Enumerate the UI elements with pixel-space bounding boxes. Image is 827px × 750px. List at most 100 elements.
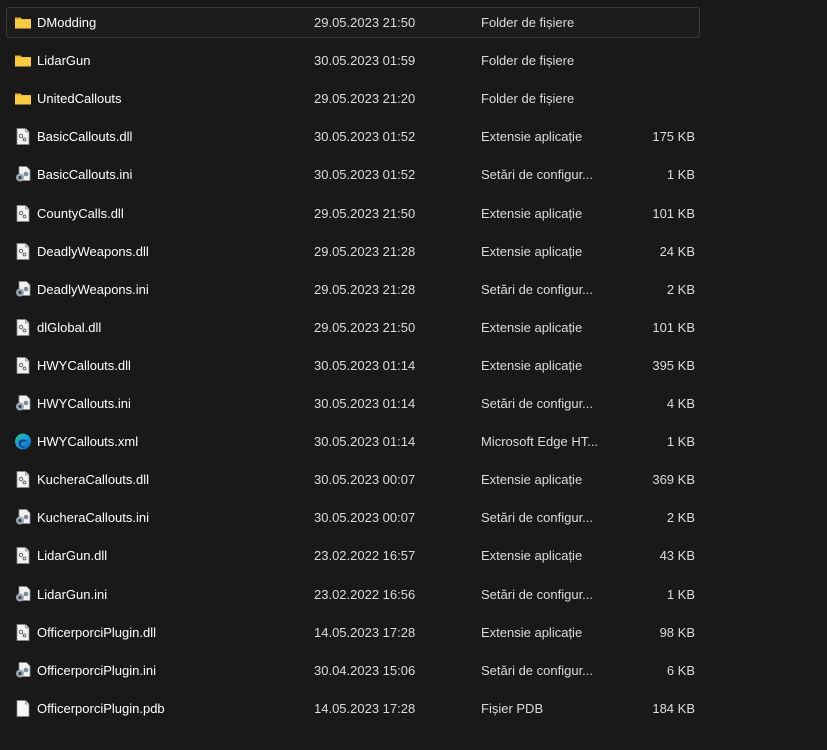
file-type: Extensie aplicație bbox=[481, 243, 583, 259]
file-type: Setări de configur... bbox=[481, 396, 594, 411]
file-row[interactable]: KucheraCallouts.ini 30.05.2023 00:07 Setăr… bbox=[6, 502, 700, 533]
file-name: OfficerporciPlugin.ini bbox=[37, 662, 156, 678]
file-type: Setări de configur... bbox=[481, 662, 594, 678]
ini-file-icon bbox=[14, 509, 32, 526]
file-date-modified: 14.05.2023 17:28 bbox=[314, 624, 416, 640]
folder-icon bbox=[14, 90, 32, 107]
file-size: 98 KB bbox=[659, 624, 695, 640]
file-name: DeadlyWeapons.ini bbox=[37, 281, 149, 297]
file-date-modified: 30.05.2023 01:52 bbox=[314, 129, 416, 145]
file-size: 1 KB bbox=[666, 586, 695, 602]
file-size: 4 KB bbox=[666, 396, 695, 411]
file-row[interactable]: DModding 29.05.2023 21:50 Folder de fișier… bbox=[6, 7, 700, 38]
file-size: 184 KB bbox=[652, 700, 695, 716]
file-name: HWYCallouts.dll bbox=[37, 357, 131, 373]
file-name: OfficerporciPlugin.dll bbox=[37, 624, 156, 640]
file-size: 369 KB bbox=[652, 472, 695, 488]
file-date-modified: 30.05.2023 00:07 bbox=[314, 472, 416, 488]
dll-file-icon bbox=[14, 547, 32, 565]
file-date-modified: 29.05.2023 21:50 bbox=[314, 15, 416, 30]
file-type: Extensie aplicație bbox=[481, 357, 583, 373]
file-date-modified: 30.05.2023 01:52 bbox=[314, 167, 416, 183]
file-type: Folder de fișiere bbox=[481, 15, 575, 30]
file-name: KucheraCallouts.ini bbox=[37, 510, 150, 526]
file-date-modified: 29.05.2023 21:20 bbox=[314, 91, 416, 107]
file-row[interactable]: LidarGun.dll 23.02.2022 16:57 Extensie apl… bbox=[6, 540, 700, 571]
file-row[interactable]: UnitedCallouts 29.05.2023 21:20 Folder de … bbox=[6, 83, 700, 114]
file-date-modified: 23.02.2022 16:57 bbox=[314, 548, 416, 564]
file-size: 6 KB bbox=[666, 662, 695, 678]
pdb-file-icon bbox=[14, 699, 32, 717]
dll-file-icon bbox=[14, 318, 32, 336]
file-row[interactable]: KucheraCallouts.dll 30.05.2023 00:07 Exten… bbox=[6, 464, 700, 495]
file-size: 2 KB bbox=[666, 510, 695, 526]
file-type: Fișier PDB bbox=[481, 700, 544, 716]
file-name: CountyCalls.dll bbox=[37, 205, 124, 221]
file-row[interactable]: LidarGun.ini 23.02.2022 16:56 Setări de co… bbox=[6, 579, 700, 610]
file-name: dlGlobal.dll bbox=[37, 319, 102, 335]
file-row[interactable]: OfficerporciPlugin.dll 14.05.2023 17:28 Ex… bbox=[6, 617, 700, 648]
ini-file-icon bbox=[14, 395, 32, 412]
file-name: OfficerporciPlugin.pdb bbox=[37, 700, 165, 716]
file-date-modified: 29.05.2023 21:50 bbox=[314, 205, 416, 221]
file-row[interactable]: OfficerporciPlugin.pdb 14.05.2023 17:28 Fi… bbox=[6, 693, 700, 724]
ini-file-icon bbox=[14, 585, 32, 603]
file-row[interactable]: HWYCallouts.dll 30.05.2023 01:14 Extensie … bbox=[6, 350, 700, 381]
dll-file-icon bbox=[14, 204, 32, 222]
file-name: LidarGun.ini bbox=[37, 586, 108, 602]
dll-file-icon bbox=[14, 623, 32, 641]
file-row[interactable]: LidarGun 30.05.2023 01:59 Folder de fișier… bbox=[6, 45, 700, 76]
ini-file-icon bbox=[14, 280, 32, 298]
file-name: DModding bbox=[37, 15, 97, 30]
file-name: LidarGun.dll bbox=[37, 548, 108, 564]
ini-file-icon bbox=[14, 166, 32, 183]
file-row[interactable]: OfficerporciPlugin.ini 30.04.2023 15:06 Se… bbox=[6, 655, 700, 686]
file-row[interactable]: HWYCallouts.ini 30.05.2023 01:14 Setări de… bbox=[6, 388, 700, 419]
ini-file-icon bbox=[14, 661, 32, 679]
folder-icon bbox=[14, 52, 32, 69]
file-name: BasicCallouts.ini bbox=[37, 167, 133, 183]
file-type: Extensie aplicație bbox=[481, 472, 583, 488]
file-size: 2 KB bbox=[666, 281, 695, 297]
file-size: 101 KB bbox=[652, 319, 695, 335]
file-type: Setări de configur... bbox=[481, 510, 594, 526]
dll-file-icon bbox=[14, 471, 32, 489]
file-row[interactable]: HWYCallouts.xml 30.05.2023 01:14 Microsoft… bbox=[6, 426, 700, 457]
file-name: HWYCallouts.ini bbox=[37, 396, 131, 411]
file-type: Folder de fișiere bbox=[481, 53, 575, 69]
file-type: Setări de configur... bbox=[481, 281, 594, 297]
file-date-modified: 29.05.2023 21:28 bbox=[314, 281, 416, 297]
file-date-modified: 23.02.2022 16:56 bbox=[314, 586, 416, 602]
file-type: Extensie aplicație bbox=[481, 319, 583, 335]
file-size: 1 KB bbox=[666, 167, 695, 183]
file-date-modified: 30.05.2023 01:14 bbox=[314, 357, 416, 373]
file-type: Extensie aplicație bbox=[481, 624, 583, 640]
dll-file-icon bbox=[14, 242, 32, 260]
file-type: Setări de configur... bbox=[481, 167, 594, 183]
file-row[interactable]: DeadlyWeapons.ini 29.05.2023 21:28 Setări … bbox=[6, 274, 700, 305]
file-date-modified: 30.05.2023 01:59 bbox=[314, 53, 416, 69]
file-size: 43 KB bbox=[659, 548, 695, 564]
file-size: 175 KB bbox=[652, 129, 695, 145]
file-type: Setări de configur... bbox=[481, 586, 594, 602]
file-row[interactable]: CountyCalls.dll 29.05.2023 21:50 Extensie … bbox=[6, 198, 700, 229]
file-row[interactable]: BasicCallouts.dll 30.05.2023 01:52 Extensi… bbox=[6, 121, 700, 152]
file-size: 1 KB bbox=[666, 434, 695, 450]
file-date-modified: 30.05.2023 00:07 bbox=[314, 510, 416, 526]
file-size: 101 KB bbox=[652, 205, 695, 221]
folder-icon bbox=[14, 14, 32, 31]
file-row[interactable]: BasicCallouts.ini 30.05.2023 01:52 Setări … bbox=[6, 159, 700, 190]
dll-file-icon bbox=[14, 356, 32, 374]
file-date-modified: 30.05.2023 01:14 bbox=[314, 396, 416, 411]
file-date-modified: 29.05.2023 21:50 bbox=[314, 319, 416, 335]
file-name: BasicCallouts.dll bbox=[37, 129, 133, 145]
file-name: UnitedCallouts bbox=[37, 91, 122, 107]
file-name: LidarGun bbox=[37, 53, 91, 69]
file-name: HWYCallouts.xml bbox=[37, 434, 139, 450]
file-row[interactable]: dlGlobal.dll 29.05.2023 21:50 Extensie apl… bbox=[6, 312, 700, 343]
file-date-modified: 30.04.2023 15:06 bbox=[314, 662, 416, 678]
file-date-modified: 30.05.2023 01:14 bbox=[314, 434, 416, 450]
file-row[interactable]: DeadlyWeapons.dll 29.05.2023 21:28 Extensi… bbox=[6, 236, 700, 267]
file-type: Folder de fișiere bbox=[481, 91, 575, 107]
file-name: KucheraCallouts.dll bbox=[37, 472, 150, 488]
